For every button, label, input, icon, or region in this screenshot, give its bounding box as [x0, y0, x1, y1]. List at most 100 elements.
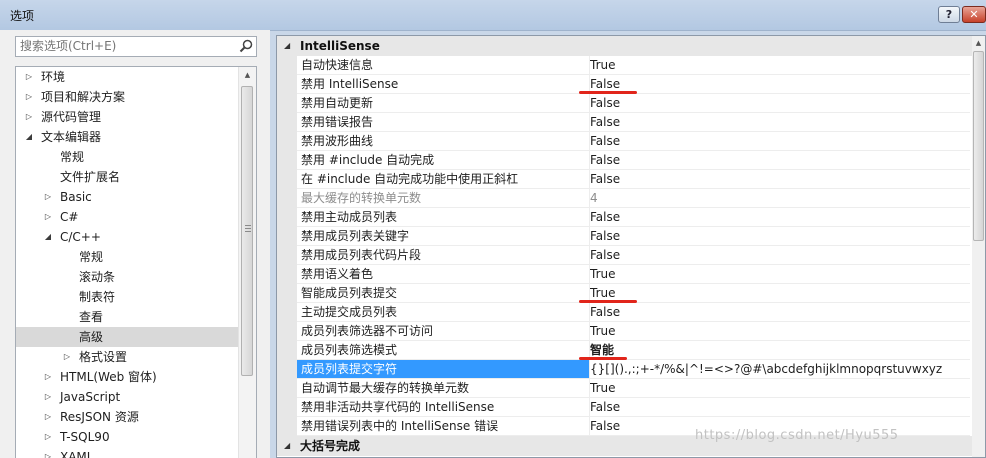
collapsed-arrow-icon[interactable]: ▷: [43, 367, 53, 387]
tree-item[interactable]: ▷ ResJSON 资源: [16, 407, 238, 427]
tree-item[interactable]: ◢ C/C++: [16, 227, 238, 247]
property-row[interactable]: 成员列表筛选器不可访问 True: [277, 322, 974, 341]
property-value[interactable]: False: [590, 227, 970, 246]
property-value[interactable]: {}[]().,:;+-*/%&|^!=<>?@#\abcdefghijklmn…: [590, 360, 970, 379]
property-row[interactable]: 禁用自动更新 False: [277, 94, 974, 113]
property-row[interactable]: 禁用语义着色 True: [277, 265, 974, 284]
property-value[interactable]: True: [590, 322, 970, 341]
property-row[interactable]: 禁用成员列表代码片段 False: [277, 246, 974, 265]
property-row[interactable]: 主动提交成员列表 False: [277, 303, 974, 322]
property-name[interactable]: 禁用成员列表关键字: [297, 227, 590, 246]
property-name[interactable]: 禁用语义着色: [297, 265, 590, 284]
tree-item[interactable]: 文件扩展名: [16, 167, 238, 187]
property-row[interactable]: 禁用波形曲线 False: [277, 132, 974, 151]
tree-item[interactable]: ◢ 文本编辑器: [16, 127, 238, 147]
property-name[interactable]: 在 #include 自动完成功能中使用正斜杠: [297, 170, 590, 189]
collapsed-arrow-icon[interactable]: ▷: [43, 207, 53, 227]
expanded-arrow-icon[interactable]: ◢: [24, 127, 34, 147]
collapsed-arrow-icon[interactable]: ▷: [43, 187, 53, 207]
tree-item[interactable]: 常规: [16, 247, 238, 267]
tree-item[interactable]: ▷ C#: [16, 207, 238, 227]
search-icon[interactable]: [239, 39, 253, 53]
property-name[interactable]: 成员列表筛选模式: [297, 341, 590, 360]
scrollbar-thumb[interactable]: [241, 86, 253, 376]
collapsed-arrow-icon[interactable]: ▷: [43, 387, 53, 407]
property-name[interactable]: 禁用成员列表代码片段: [297, 246, 590, 265]
property-name[interactable]: 主动提交成员列表: [297, 303, 590, 322]
tree-item[interactable]: ▷ JavaScript: [16, 387, 238, 407]
property-value[interactable]: True: [590, 265, 970, 284]
collapsed-arrow-icon[interactable]: ▷: [24, 107, 34, 127]
collapsed-arrow-icon[interactable]: ▷: [43, 427, 53, 447]
property-value[interactable]: 4: [590, 189, 970, 208]
tree-item[interactable]: 高级: [16, 327, 238, 347]
tree-item[interactable]: 滚动条: [16, 267, 238, 287]
property-row[interactable]: 禁用 #include 自动完成 False: [277, 151, 974, 170]
property-value[interactable]: False: [590, 303, 970, 322]
property-row[interactable]: 禁用主动成员列表 False: [277, 208, 974, 227]
property-row[interactable]: 禁用成员列表关键字 False: [277, 227, 974, 246]
tree-item[interactable]: 制表符: [16, 287, 238, 307]
property-value[interactable]: False: [590, 398, 970, 417]
property-name[interactable]: 禁用非活动共享代码的 IntelliSense: [297, 398, 590, 417]
property-value[interactable]: False: [590, 94, 970, 113]
collapsed-arrow-icon[interactable]: ▷: [24, 67, 34, 87]
property-name[interactable]: 禁用主动成员列表: [297, 208, 590, 227]
property-name[interactable]: 禁用错误列表中的 IntelliSense 错误: [297, 417, 590, 436]
property-row[interactable]: 禁用非活动共享代码的 IntelliSense False: [277, 398, 974, 417]
property-name[interactable]: 禁用波形曲线: [297, 132, 590, 151]
tree-item[interactable]: ▷ 项目和解决方案: [16, 87, 238, 107]
tree-item[interactable]: ▷ HTML(Web 窗体): [16, 367, 238, 387]
collapsed-arrow-icon[interactable]: ▷: [43, 447, 53, 458]
tree-item[interactable]: ▷ 源代码管理: [16, 107, 238, 127]
expand-arrow-icon[interactable]: ◢: [284, 436, 290, 456]
property-value[interactable]: True: [590, 379, 970, 398]
scroll-up-icon[interactable]: ▲: [972, 36, 985, 50]
property-value[interactable]: False: [590, 132, 970, 151]
property-row[interactable]: 自动快速信息 True: [277, 56, 974, 75]
property-value[interactable]: False: [590, 170, 970, 189]
collapsed-arrow-icon[interactable]: ▷: [62, 347, 72, 367]
property-value[interactable]: False: [590, 113, 970, 132]
tree-item[interactable]: ▷ T-SQL90: [16, 427, 238, 447]
property-name[interactable]: 自动调节最大缓存的转换单元数: [297, 379, 590, 398]
category-intellisense[interactable]: ◢ IntelliSense: [277, 36, 974, 56]
scroll-up-icon[interactable]: ▲: [239, 67, 256, 84]
search-box[interactable]: [15, 36, 257, 57]
expanded-arrow-icon[interactable]: ◢: [43, 227, 53, 247]
tree-item[interactable]: ▷ Basic: [16, 187, 238, 207]
tree-item[interactable]: ▷ 环境: [16, 67, 238, 87]
property-name[interactable]: 成员列表筛选器不可访问: [297, 322, 590, 341]
tree-item[interactable]: 常规: [16, 147, 238, 167]
collapsed-arrow-icon[interactable]: ▷: [24, 87, 34, 107]
property-row[interactable]: 最大缓存的转换单元数 4: [277, 189, 974, 208]
tree-item[interactable]: ▷ 格式设置: [16, 347, 238, 367]
property-name[interactable]: 禁用自动更新: [297, 94, 590, 113]
property-value[interactable]: False: [590, 151, 970, 170]
property-value[interactable]: True: [590, 56, 970, 75]
property-name[interactable]: 禁用 #include 自动完成: [297, 151, 590, 170]
help-button[interactable]: ?: [938, 6, 960, 23]
property-value[interactable]: False: [590, 208, 970, 227]
options-tree[interactable]: ▷ XAML ▷ T-SQL90 ▷ ResJSON 资源 ▷ JavaScript ▷ HTML…: [15, 66, 257, 458]
collapsed-arrow-icon[interactable]: ▷: [43, 407, 53, 427]
close-button[interactable]: ✕: [962, 6, 986, 23]
tree-item[interactable]: 查看: [16, 307, 238, 327]
property-row[interactable]: 在 #include 自动完成功能中使用正斜杠 False: [277, 170, 974, 189]
property-row[interactable]: 自动调节最大缓存的转换单元数 True: [277, 379, 974, 398]
tree-item[interactable]: ▷ XAML: [16, 447, 238, 458]
tree-scrollbar[interactable]: ▲: [238, 67, 256, 458]
property-row[interactable]: 禁用错误报告 False: [277, 113, 974, 132]
property-name[interactable]: 自动快速信息: [297, 56, 590, 75]
search-input[interactable]: [16, 37, 230, 55]
property-value[interactable]: 智能: [590, 341, 970, 360]
property-name[interactable]: 禁用错误报告: [297, 113, 590, 132]
property-name[interactable]: 智能成员列表提交: [297, 284, 590, 303]
property-value[interactable]: False: [590, 75, 970, 94]
property-name[interactable]: 成员列表提交字符: [297, 360, 590, 379]
property-value[interactable]: False: [590, 246, 970, 265]
property-value[interactable]: True: [590, 284, 970, 303]
property-name[interactable]: 禁用 IntelliSense: [297, 75, 590, 94]
collapse-arrow-icon[interactable]: ◢: [284, 36, 290, 56]
scrollbar-thumb[interactable]: [973, 51, 984, 241]
